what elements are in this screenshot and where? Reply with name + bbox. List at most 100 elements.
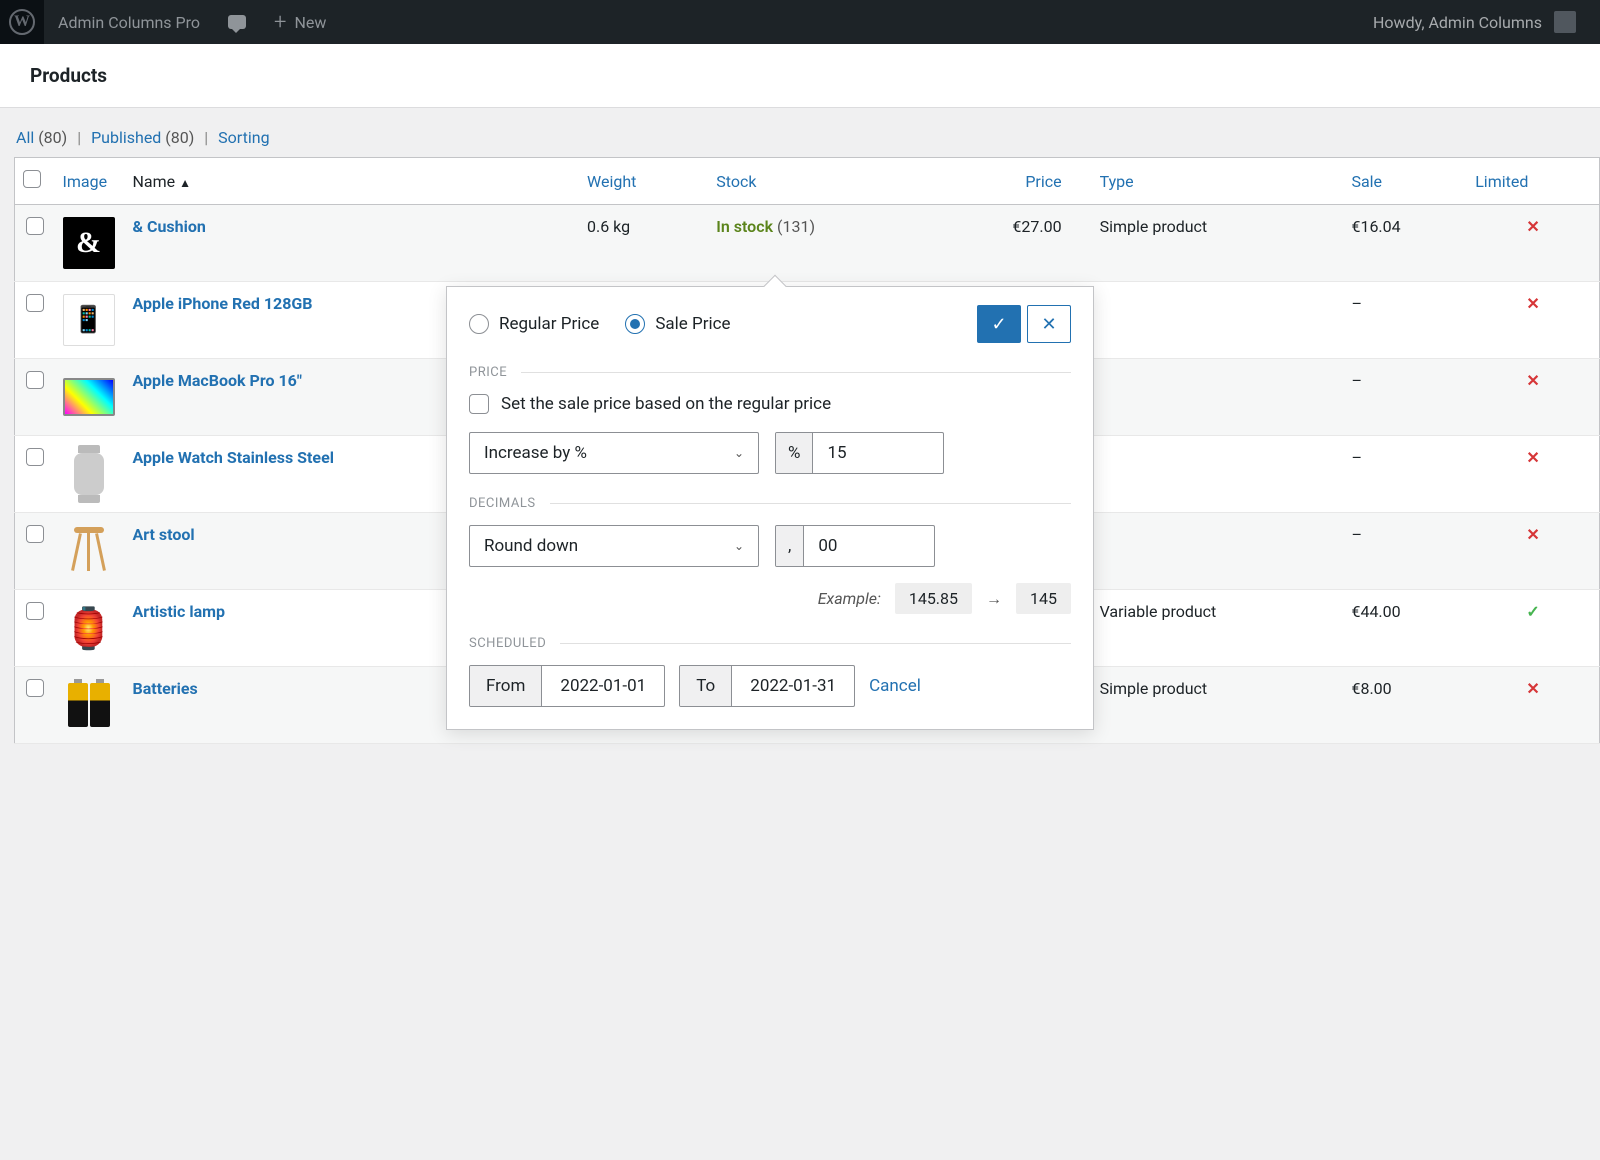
product-thumbnail[interactable] <box>55 667 125 744</box>
product-thumbnail[interactable] <box>55 436 125 513</box>
sale-cell: €8.00 <box>1343 667 1467 744</box>
schedule-cancel-link[interactable]: Cancel <box>869 676 921 696</box>
sale-cell: – <box>1343 359 1467 436</box>
price-unit: % <box>776 433 813 473</box>
type-cell <box>1092 359 1344 436</box>
new-label: New <box>294 13 326 32</box>
based-on-regular-label: Set the sale price based on the regular … <box>501 394 831 414</box>
to-label: To <box>680 666 732 706</box>
limited-no: ✕ <box>1467 359 1599 436</box>
new-button[interactable]: + New <box>260 0 340 44</box>
sale-cell: – <box>1343 282 1467 359</box>
product-name-link[interactable]: Apple iPhone Red 128GB <box>133 294 313 313</box>
row-checkbox[interactable] <box>26 679 44 697</box>
cancel-button[interactable]: ✕ <box>1027 305 1071 343</box>
filter-sorting[interactable]: Sorting <box>218 128 269 147</box>
product-name-link[interactable]: Artistic lamp <box>133 602 225 621</box>
decimal-value-input[interactable]: 00 <box>804 526 934 566</box>
site-title[interactable]: Admin Columns Pro <box>44 0 214 44</box>
table-row: & & Cushion 0.6 kg In stock (131) €27.00… <box>15 205 1600 282</box>
plus-icon: + <box>274 10 286 35</box>
filter-published[interactable]: Published <box>91 128 161 147</box>
section-decimals: DECIMALS <box>469 496 1071 511</box>
limited-no: ✕ <box>1467 282 1599 359</box>
filter-published-count: (80) <box>165 128 194 147</box>
product-name-link[interactable]: Batteries <box>133 679 198 698</box>
type-cell <box>1092 513 1344 590</box>
sort-asc-icon: ▲ <box>179 176 191 190</box>
howdy-text: Howdy, Admin Columns <box>1373 13 1542 32</box>
type-cell: Variable product <box>1092 590 1344 667</box>
confirm-button[interactable]: ✓ <box>977 305 1021 343</box>
col-stock[interactable]: Stock <box>708 158 926 205</box>
chevron-down-icon: ⌄ <box>734 539 744 553</box>
based-on-regular-checkbox[interactable] <box>469 394 489 414</box>
example-label: Example: <box>818 589 881 608</box>
limited-no: ✕ <box>1467 667 1599 744</box>
limited-yes: ✓ <box>1467 590 1599 667</box>
type-cell <box>1092 282 1344 359</box>
product-name-link[interactable]: Art stool <box>133 525 195 544</box>
col-type[interactable]: Type <box>1092 158 1344 205</box>
wp-logo[interactable]: W <box>0 0 44 44</box>
stock-cell: In stock (131) <box>708 205 926 282</box>
product-thumbnail[interactable]: & <box>55 205 125 282</box>
price-mode-select[interactable]: Increase by % ⌄ <box>469 432 759 474</box>
product-thumbnail[interactable]: 🏮 <box>55 590 125 667</box>
round-mode-select[interactable]: Round down ⌄ <box>469 525 759 567</box>
close-icon: ✕ <box>1041 314 1056 335</box>
col-image[interactable]: Image <box>55 158 125 205</box>
col-name[interactable]: Name▲ <box>125 158 580 205</box>
col-price[interactable]: Price <box>926 158 1091 205</box>
product-name-link[interactable]: & Cushion <box>133 217 206 236</box>
row-checkbox[interactable] <box>26 602 44 620</box>
avatar <box>1554 11 1576 33</box>
product-thumbnail[interactable]: 📱 <box>55 282 125 359</box>
example-from: 145.85 <box>895 583 972 614</box>
price-edit-popover: Regular Price Sale Price ✓ ✕ PRICE Set t… <box>446 286 1094 730</box>
product-thumbnail[interactable] <box>55 513 125 590</box>
product-name-link[interactable]: Apple MacBook Pro 16" <box>133 371 302 390</box>
sale-cell: – <box>1343 513 1467 590</box>
arrow-right-icon: → <box>986 589 1002 609</box>
check-icon: ✓ <box>991 314 1006 335</box>
from-date-input[interactable]: 2022-01-01 <box>542 666 664 706</box>
limited-no: ✕ <box>1467 513 1599 590</box>
row-checkbox[interactable] <box>26 525 44 543</box>
select-all-checkbox[interactable] <box>23 170 41 188</box>
comments-icon[interactable] <box>214 0 260 44</box>
row-checkbox[interactable] <box>26 294 44 312</box>
example-to: 145 <box>1016 583 1071 614</box>
price-cell[interactable]: €27.00 <box>926 205 1091 282</box>
sale-cell: €16.04 <box>1343 205 1467 282</box>
type-cell: Simple product <box>1092 667 1344 744</box>
chevron-down-icon: ⌄ <box>734 446 744 460</box>
col-sale[interactable]: Sale <box>1343 158 1467 205</box>
filter-all[interactable]: All <box>16 128 34 147</box>
section-price: PRICE <box>469 365 1071 380</box>
sale-cell: – <box>1343 436 1467 513</box>
type-cell: Simple product <box>1092 205 1344 282</box>
page-title: Products <box>30 64 1570 87</box>
admin-bar: W Admin Columns Pro + New Howdy, Admin C… <box>0 0 1600 44</box>
to-date-input[interactable]: 2022-01-31 <box>732 666 854 706</box>
row-checkbox[interactable] <box>26 217 44 235</box>
price-value-input[interactable]: 15 <box>813 433 943 473</box>
col-weight[interactable]: Weight <box>579 158 708 205</box>
row-checkbox[interactable] <box>26 448 44 466</box>
product-thumbnail[interactable] <box>55 359 125 436</box>
sale-cell: €44.00 <box>1343 590 1467 667</box>
radio-regular-price[interactable]: Regular Price <box>469 314 599 334</box>
from-label: From <box>470 666 542 706</box>
decimal-sep: , <box>776 526 804 566</box>
product-name-link[interactable]: Apple Watch Stainless Steel <box>133 448 334 467</box>
radio-sale-price[interactable]: Sale Price <box>625 314 730 334</box>
col-limited[interactable]: Limited <box>1467 158 1599 205</box>
section-scheduled: SCHEDULED <box>469 636 1071 651</box>
limited-no: ✕ <box>1467 205 1599 282</box>
page-header: Products <box>0 44 1600 108</box>
user-menu[interactable]: Howdy, Admin Columns <box>1373 11 1584 33</box>
limited-no: ✕ <box>1467 436 1599 513</box>
type-cell <box>1092 436 1344 513</box>
row-checkbox[interactable] <box>26 371 44 389</box>
